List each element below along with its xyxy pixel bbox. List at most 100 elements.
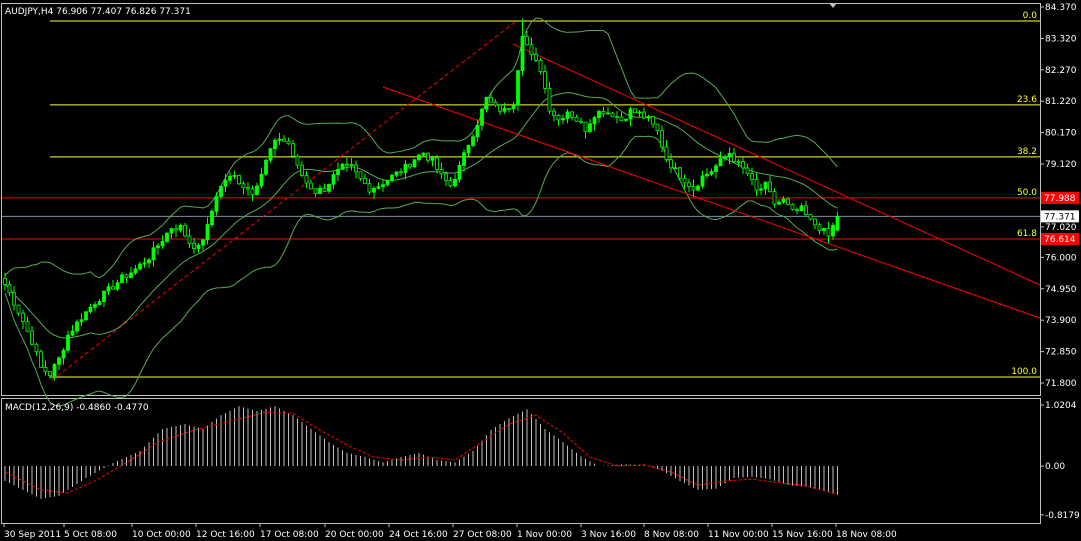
candle-body (547, 88, 552, 112)
time-tick-label: 3 Nov 16:00 (581, 530, 636, 540)
candle-body (592, 117, 597, 125)
candle-body (804, 205, 808, 215)
candle-body (246, 187, 250, 190)
candle-body (84, 311, 88, 321)
candle-body (228, 175, 232, 181)
candle-body (21, 312, 25, 323)
price-chart[interactable]: 0.0 23.6 38.2 50.0 61.8 100.0 84.370 83.320 82.… (0, 0, 1081, 541)
candle-body (318, 187, 322, 194)
price-tick-label: 81.220 (1045, 97, 1077, 107)
candle-body (475, 124, 480, 138)
candle-body (777, 201, 781, 205)
candle-body (313, 188, 318, 194)
candle-body (102, 290, 106, 303)
price-tick-label: 76.000 (1045, 253, 1077, 263)
candle-body (345, 163, 349, 166)
candle-body (273, 139, 277, 149)
candle-body (61, 349, 66, 359)
candle-body (43, 366, 48, 373)
candle-body (516, 70, 520, 106)
candle-body (174, 228, 178, 231)
candle-body (646, 116, 651, 119)
fib-level-label: 100.0 (1011, 367, 1037, 377)
candle-body (462, 152, 466, 166)
candle-body (633, 108, 637, 114)
candle-body (831, 224, 835, 237)
candle-body (754, 179, 759, 191)
macd-tick-label: 0.00 (1045, 462, 1065, 472)
candle-body (421, 152, 426, 156)
price-marker-label: 77.988 (1044, 194, 1076, 204)
time-tick-label: 27 Oct 08:00 (453, 530, 512, 540)
candle-body (520, 36, 525, 71)
fib-level-label: 50.0 (1017, 188, 1037, 198)
candle-body (192, 243, 196, 249)
candle-body (34, 343, 39, 353)
candle-body (561, 118, 565, 121)
candle-body (30, 330, 34, 345)
candle-body (511, 104, 516, 110)
candle-body (111, 286, 115, 290)
candle-body (97, 301, 102, 306)
candle-body (399, 171, 403, 174)
candle-body (426, 152, 430, 161)
candle-body (552, 110, 556, 116)
candle-body (799, 205, 804, 212)
candle-body (412, 159, 417, 168)
candle-body (367, 183, 372, 193)
candle-body (52, 364, 57, 377)
candle-body (66, 334, 70, 351)
fib-level-label: 38.2 (1017, 147, 1037, 157)
candle-body (237, 175, 241, 185)
price-tick-label: 71.800 (1045, 379, 1077, 389)
candle-body (322, 187, 327, 192)
candle-body (309, 182, 313, 190)
candle-body (610, 112, 615, 118)
candle-body (268, 148, 273, 161)
candle-body (187, 235, 192, 244)
price-tick-label: 80.170 (1045, 129, 1077, 139)
candle-body (219, 185, 223, 197)
candle-body (786, 198, 790, 205)
time-tick-label: 20 Oct 00:00 (325, 530, 384, 540)
candle-body (669, 159, 673, 169)
candle-body (138, 263, 142, 270)
candle-body (201, 239, 205, 246)
candle-body (3, 277, 7, 285)
candle-body (732, 152, 736, 162)
price-tick-label: 73.900 (1045, 316, 1077, 326)
time-tick-label: 1 Nov 00:00 (517, 530, 572, 540)
candle-body (615, 116, 619, 119)
candle-body (579, 120, 583, 123)
candle-body (210, 210, 214, 225)
candle-body (363, 178, 367, 185)
candle-body (79, 319, 84, 323)
fib-level-label: 61.8 (1017, 229, 1037, 239)
candle-body (57, 357, 61, 365)
candle-body (120, 274, 124, 284)
candle-body (372, 187, 376, 193)
candle-body (390, 174, 394, 181)
time-tick-label: 10 Oct 00:00 (132, 530, 191, 540)
candle-body (70, 330, 75, 336)
candle-body (651, 116, 655, 125)
candle-body (408, 163, 412, 168)
candle-body (115, 282, 120, 290)
candle-body (358, 171, 363, 179)
macd-tick-label: -0.8179 (1045, 511, 1080, 521)
candle-body (691, 186, 696, 191)
candle-body (763, 181, 768, 190)
candle-body (340, 163, 345, 170)
candle-body (678, 167, 682, 179)
candle-body (417, 154, 421, 161)
candle-body (628, 108, 633, 120)
candle-body (336, 169, 340, 176)
candle-body (480, 108, 484, 126)
candle-body (223, 179, 228, 187)
candle-body (394, 171, 399, 176)
candle-body (259, 173, 264, 187)
price-marker-label: 76.614 (1044, 235, 1076, 245)
candle-body (795, 208, 799, 212)
fib-level-label: 23.6 (1017, 95, 1037, 105)
candle-body (39, 351, 43, 368)
